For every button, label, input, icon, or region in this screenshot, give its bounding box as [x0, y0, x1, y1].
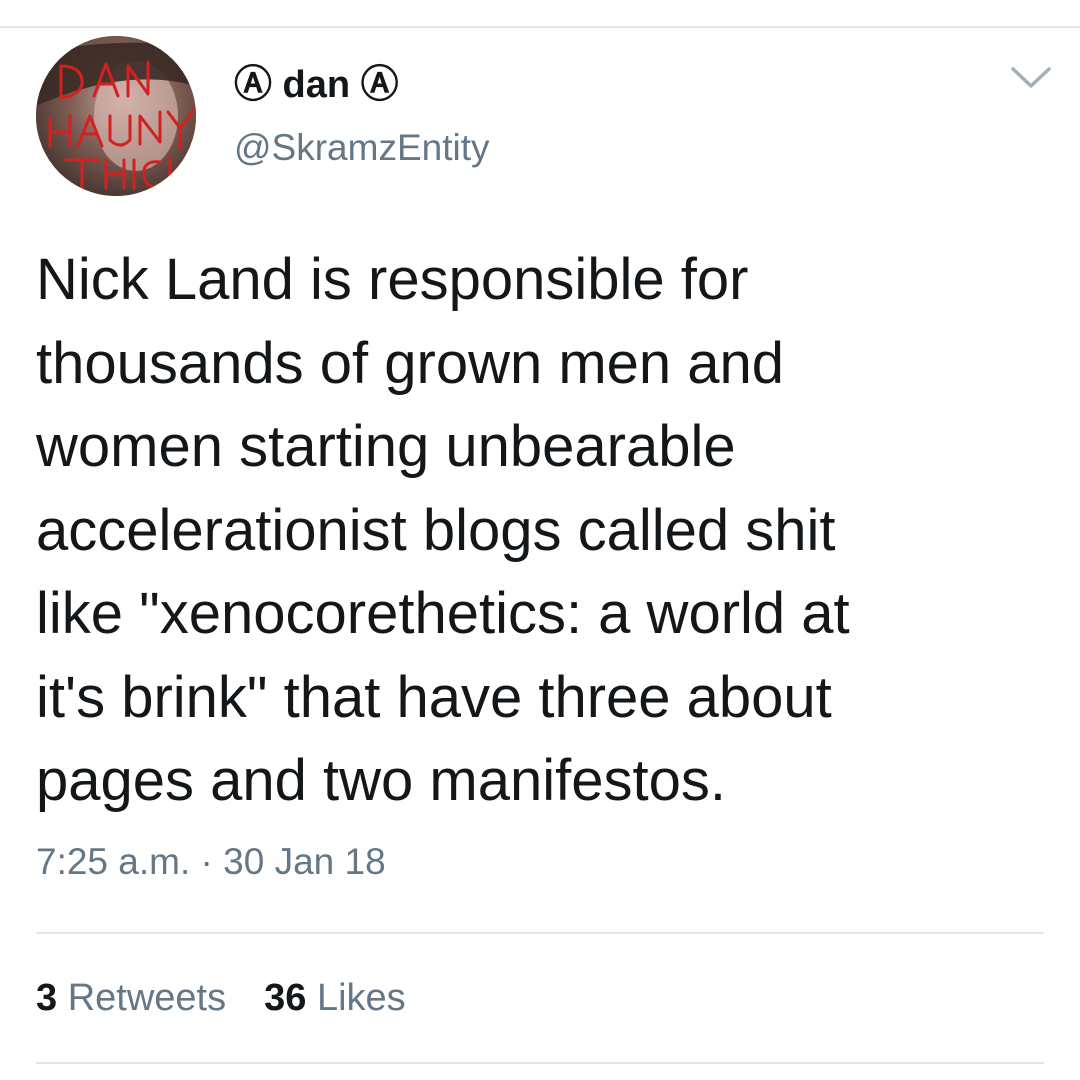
- display-name[interactable]: Ⓐ dan Ⓐ: [234, 60, 399, 110]
- retweets-count: 3: [36, 977, 58, 1019]
- likes-count: 36: [264, 977, 307, 1019]
- likes-stat[interactable]: 36 Likes: [264, 972, 406, 1024]
- retweets-stat[interactable]: 3 Retweets: [36, 972, 226, 1024]
- top-divider: [0, 26, 1080, 28]
- divider: [36, 932, 1044, 934]
- user-handle[interactable]: @SkramzEntity: [234, 124, 490, 172]
- likes-label: Likes: [316, 977, 406, 1019]
- avatar[interactable]: [36, 36, 196, 196]
- tweet-timestamp[interactable]: 7:25 a.m. · 30 Jan 18: [36, 838, 386, 886]
- tweet-stats: 3 Retweets 36 Likes: [36, 972, 444, 1024]
- avatar-image: [36, 36, 196, 196]
- divider: [36, 1062, 1044, 1064]
- tweet-text: Nick Land is responsible for thousands o…: [36, 247, 850, 813]
- chevron-down-icon[interactable]: [1008, 64, 1054, 92]
- retweets-label: Retweets: [67, 977, 227, 1019]
